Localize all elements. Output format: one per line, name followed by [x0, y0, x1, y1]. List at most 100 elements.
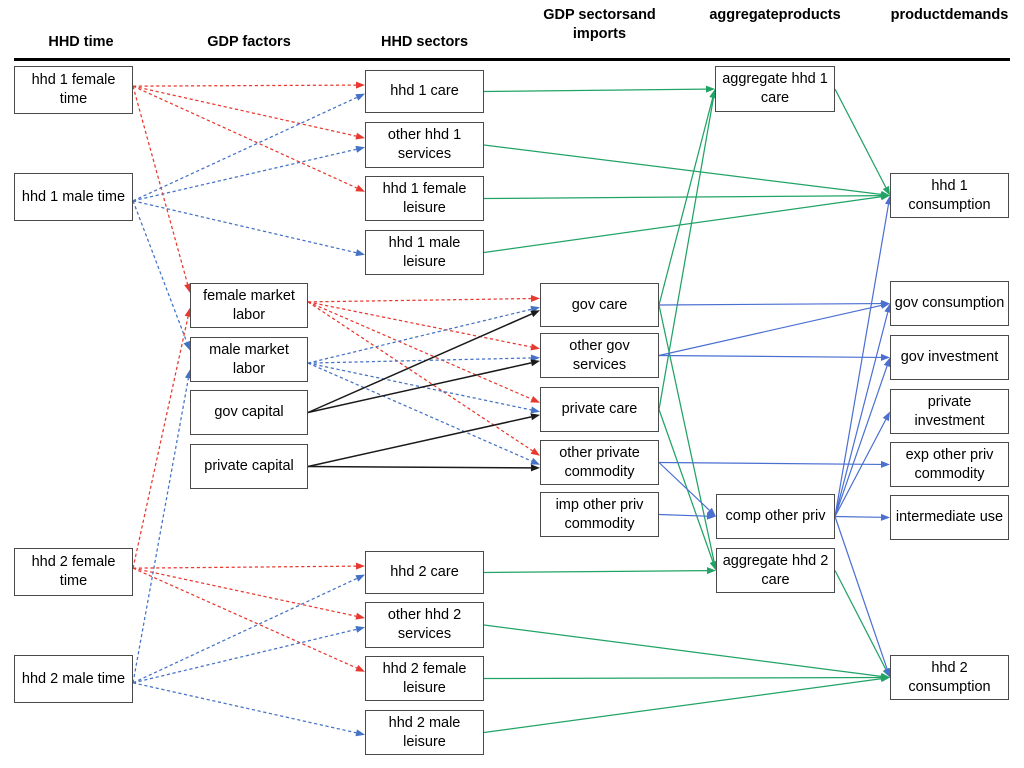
edge-line — [834, 204, 890, 517]
node-label: private capital — [204, 458, 294, 474]
node-aggregate-hhd1-care[interactable]: aggregate hhd 1 care — [715, 66, 835, 112]
node-label: hhd 1 consumption — [908, 177, 991, 213]
edge-line — [307, 297, 532, 303]
node-hhd2-male-time[interactable]: hhd 2 male time — [14, 655, 133, 703]
edge-line — [658, 513, 708, 517]
edge-line — [483, 676, 882, 680]
node-label: aggregate hhd 1 care — [722, 71, 828, 106]
edge-line — [132, 85, 357, 137]
node-hhd1-female-time[interactable]: hhd 1 female time — [14, 66, 133, 114]
node-gov-care[interactable]: gov care — [540, 283, 659, 327]
node-label: imp other priv commodity — [555, 496, 644, 532]
node-label: hhd 1 care — [390, 83, 459, 99]
node-label: private care — [561, 401, 638, 417]
edge-arrowhead — [355, 184, 365, 192]
edge-arrowhead — [530, 447, 540, 456]
node-label: gov capital — [214, 404, 284, 420]
node-gov-consumption[interactable]: gov consumption — [890, 281, 1009, 326]
edge-line — [658, 97, 714, 306]
edge-arrowhead — [355, 145, 365, 153]
node-label: gov consumption — [894, 295, 1005, 311]
node-label: private investment — [914, 393, 985, 429]
edge-line — [658, 97, 715, 410]
node-label: hhd 1 male leisure — [388, 234, 461, 270]
edge-line — [132, 85, 189, 285]
edge-line — [834, 312, 889, 517]
node-imp-other-priv-commodity[interactable]: imp other priv commodity — [540, 492, 659, 537]
edge-line — [132, 85, 358, 189]
node-label: hhd 1 male time — [21, 188, 126, 205]
node-label: gov care — [571, 296, 628, 313]
edge-arrowhead — [355, 574, 365, 582]
edge-arrowhead — [355, 93, 365, 101]
node-hhd1-care[interactable]: hhd 1 care — [365, 70, 484, 113]
node-exp-other-priv-commodity[interactable]: exp other priv commodity — [890, 442, 1009, 487]
node-label: hhd 2 male leisure — [388, 714, 461, 750]
node-label: other private commodity — [559, 444, 640, 480]
edge-arrowhead — [355, 132, 365, 140]
node-hhd2-care[interactable]: hhd 2 care — [365, 551, 484, 594]
edge-line — [658, 354, 882, 359]
edge-arrowhead — [530, 464, 540, 472]
node-hhd2-consumption[interactable]: hhd 2 consumption — [890, 655, 1009, 700]
edge-line — [132, 316, 189, 569]
edge-arrowhead — [530, 406, 540, 414]
node-gov-investment[interactable]: gov investment — [890, 335, 1009, 380]
node-label: female market labor — [203, 287, 295, 323]
edge-line — [132, 577, 358, 684]
edge-line — [307, 301, 533, 452]
node-hhd1-female-leisure[interactable]: hhd 1 female leisure — [365, 176, 484, 221]
node-comp-other-priv[interactable]: comp other priv — [716, 494, 835, 539]
edge-line — [483, 88, 707, 93]
edge-arrowhead — [530, 413, 540, 421]
node-hhd2-female-leisure[interactable]: hhd 2 female leisure — [365, 656, 484, 701]
node-hhd2-female-time[interactable]: hhd 2 female time — [14, 548, 133, 596]
node-hhd1-male-leisure[interactable]: hhd 1 male leisure — [365, 230, 484, 275]
edge-arrowhead — [530, 457, 540, 465]
node-female-market-labor[interactable]: female market labor — [190, 283, 308, 328]
node-aggregate-hhd2-care[interactable]: aggregate hhd 2 care — [716, 548, 835, 593]
node-label: male market labor — [209, 341, 289, 377]
node-label: gov investment — [900, 349, 999, 365]
edge-arrowhead — [355, 664, 365, 672]
node-male-market-labor[interactable]: male market labor — [190, 337, 308, 382]
edge-line — [834, 516, 888, 670]
node-other-gov-services[interactable]: other gov services — [540, 333, 659, 378]
node-label: comp other priv — [725, 508, 826, 524]
node-intermediate-use[interactable]: intermediate use — [890, 495, 1009, 540]
edge-line — [307, 357, 532, 364]
node-label: hhd 2 female time — [31, 554, 116, 589]
node-hhd2-male-leisure[interactable]: hhd 2 male leisure — [365, 710, 484, 755]
edge-arrowhead — [530, 295, 540, 303]
node-hhd1-consumption[interactable]: hhd 1 consumption — [890, 173, 1009, 218]
edge-line — [132, 84, 357, 87]
edge-arrowhead — [880, 513, 890, 521]
edge-line — [307, 362, 532, 414]
edge-line — [483, 678, 882, 734]
node-other-hhd1-services[interactable]: other hhd 1 services — [365, 122, 484, 168]
node-other-hhd2-services[interactable]: other hhd 2 services — [365, 602, 484, 648]
node-label: hhd 2 consumption — [908, 659, 991, 695]
edge-arrowhead — [355, 249, 365, 257]
edge-arrowhead — [355, 562, 365, 570]
node-hhd1-male-time[interactable]: hhd 1 male time — [14, 173, 133, 221]
node-label: exp other priv commodity — [905, 446, 994, 482]
edge-line — [658, 461, 882, 466]
edge-line — [132, 378, 190, 683]
edge-arrowhead — [355, 729, 365, 737]
edge-line — [307, 416, 532, 468]
node-gov-capital[interactable]: gov capital — [190, 390, 308, 435]
edge-line — [658, 304, 882, 357]
edge-line — [307, 301, 532, 348]
edge-line — [307, 362, 533, 462]
node-other-private-commodity[interactable]: other private commodity — [540, 440, 659, 485]
node-label: hhd 2 female leisure — [382, 660, 467, 696]
edge-arrowhead — [880, 460, 890, 468]
edge-arrowhead — [355, 81, 365, 89]
node-private-care[interactable]: private care — [540, 387, 659, 432]
node-private-investment[interactable]: private investment — [890, 389, 1009, 434]
node-private-capital[interactable]: private capital — [190, 444, 308, 489]
edge-line — [483, 144, 882, 196]
diagram-canvas: HHD time GDP factors HHD sectors GDP sector… — [0, 0, 1024, 768]
edge-line — [483, 196, 882, 254]
